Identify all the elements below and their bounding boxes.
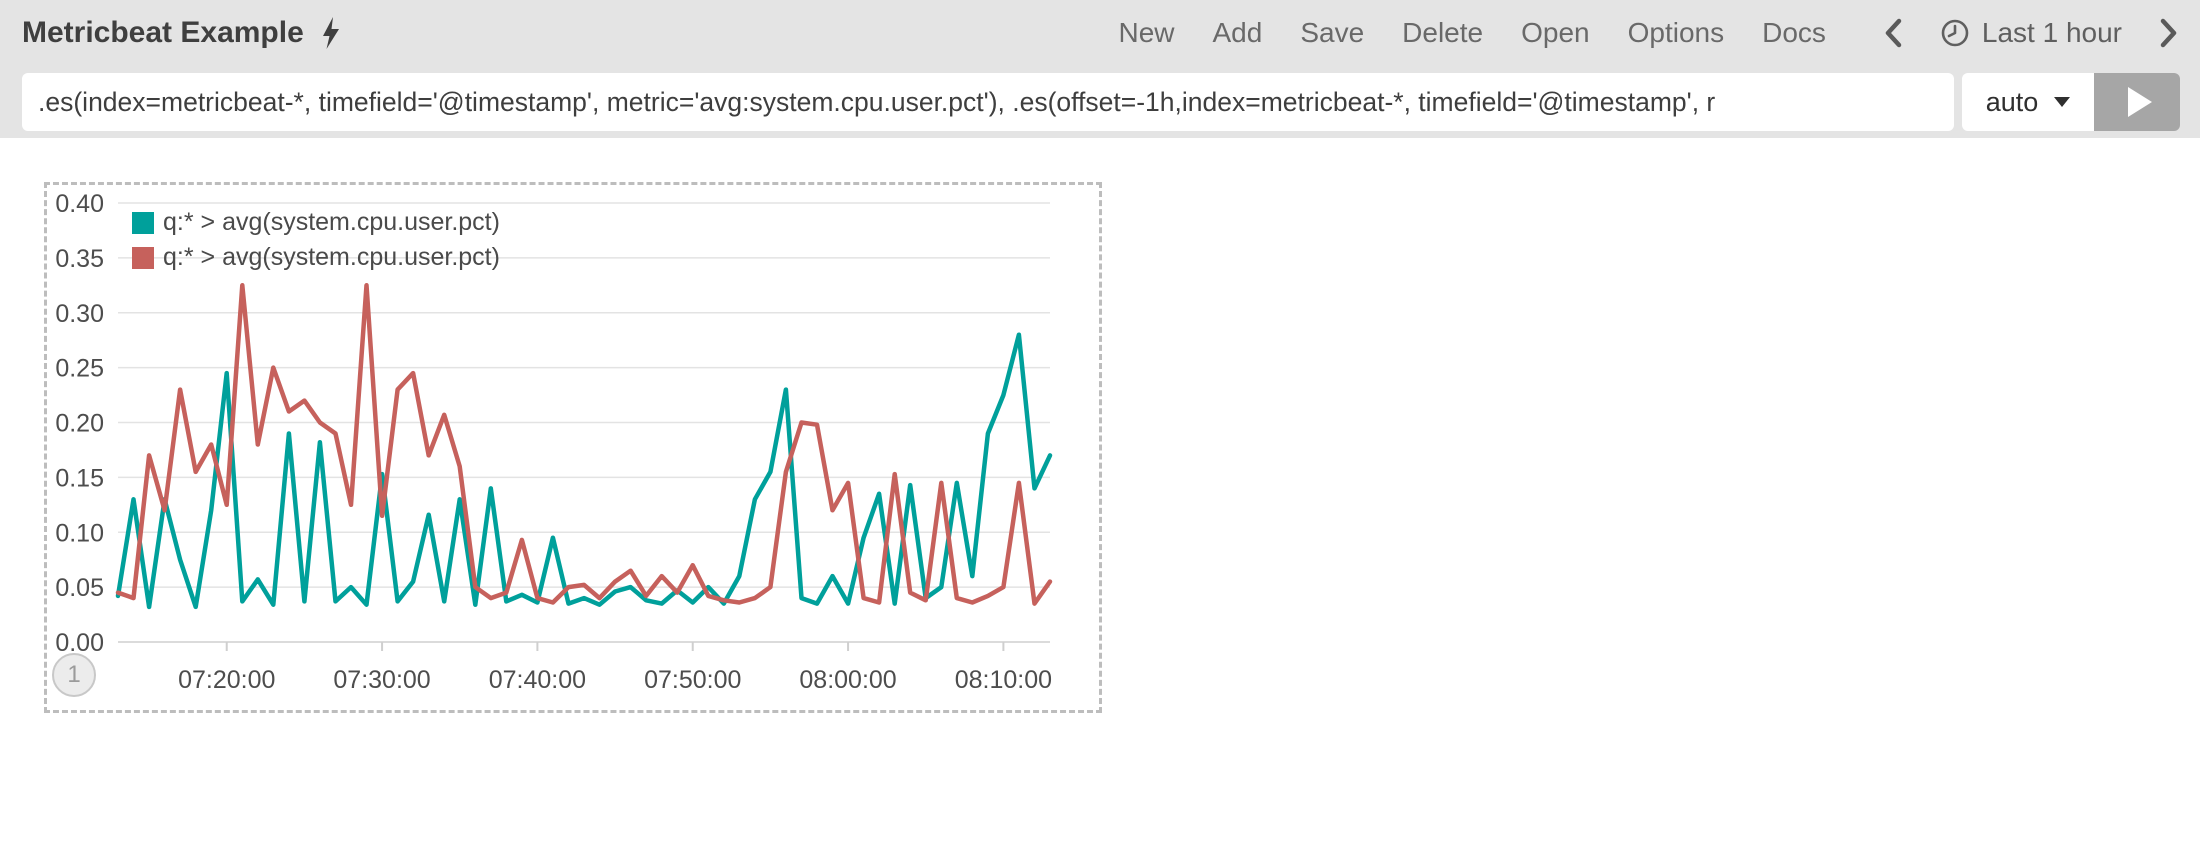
x-tick-label: 07:50:00 [644,666,741,694]
y-tick-label: 0.40 [55,190,104,218]
x-tick-label: 08:00:00 [799,666,896,694]
timelion-expression-input[interactable] [22,73,1954,131]
menu-item-docs[interactable]: Docs [1762,17,1826,49]
menu-item-delete[interactable]: Delete [1402,17,1483,49]
sheet-title: Metricbeat Example [22,16,304,50]
query-row: auto [22,73,2180,131]
interval-select[interactable]: auto [1962,73,2094,131]
legend-chip-red [132,247,154,269]
y-tick-label: 0.05 [55,574,104,602]
x-tick-label: 07:30:00 [333,666,430,694]
interval-value: auto [1986,87,2039,118]
y-tick-label: 0.35 [55,245,104,273]
x-tick-label: 07:40:00 [489,666,586,694]
run-expression-button[interactable] [2094,73,2180,131]
legend-label: q:* > avg(system.cpu.user.pct) [163,243,500,272]
time-picker[interactable]: Last 1 hour [1940,17,2122,49]
caret-down-icon [2054,97,2070,107]
play-icon [2128,87,2152,117]
timelion-chart-panel[interactable]: 0.000.050.100.150.200.250.300.350.4007:2… [44,182,1102,713]
menu-item-add[interactable]: Add [1213,17,1263,49]
time-forward-button[interactable] [2160,18,2178,48]
clock-icon [1940,18,1970,48]
legend-row: q:* > avg(system.cpu.user.pct) [132,205,500,240]
y-tick-label: 0.15 [55,464,104,492]
y-tick-label: 0.30 [55,300,104,328]
y-tick-label: 0.10 [55,519,104,547]
series-line-2 [118,285,1050,603]
menu-item-new[interactable]: New [1118,17,1174,49]
x-tick-label: 07:20:00 [178,666,275,694]
menu-item-open[interactable]: Open [1521,17,1590,49]
menu-item-options[interactable]: Options [1628,17,1725,49]
time-picker-label: Last 1 hour [1982,17,2122,49]
legend-chip-teal [132,212,154,234]
timelion-bolt-icon [320,17,342,49]
chart-legend: q:* > avg(system.cpu.user.pct) q:* > avg… [132,205,500,275]
y-tick-label: 0.25 [55,355,104,383]
time-back-button[interactable] [1884,18,1902,48]
legend-row: q:* > avg(system.cpu.user.pct) [132,240,500,275]
navbar: Metricbeat Example New Add Save Delete O… [0,0,2200,66]
panel-index-badge: 1 [52,653,96,697]
x-tick-label: 08:10:00 [955,666,1052,694]
menu-item-save[interactable]: Save [1300,17,1364,49]
legend-label: q:* > avg(system.cpu.user.pct) [163,208,500,237]
series-line-1 [118,335,1050,607]
app-header: Metricbeat Example New Add Save Delete O… [0,0,2200,138]
navbar-menu: New Add Save Delete Open Options Docs La… [1118,17,2178,49]
y-tick-label: 0.20 [55,410,104,438]
